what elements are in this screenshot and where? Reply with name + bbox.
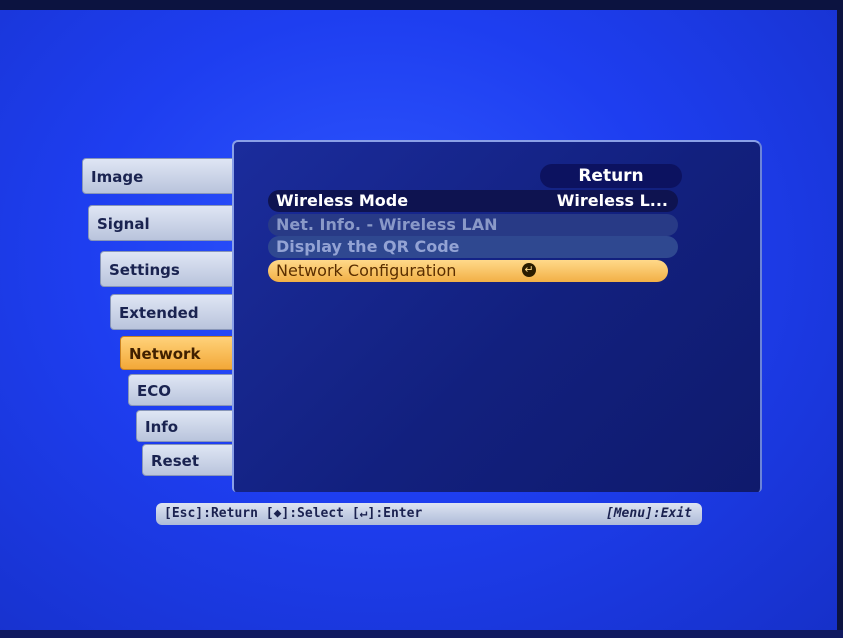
menu-item-value: Wireless L...	[556, 191, 668, 210]
menu-item-label: Wireless Mode	[276, 191, 409, 210]
tab-image[interactable]: Image	[82, 158, 242, 194]
screen-bottom-edge	[0, 630, 843, 638]
menu-item-label: Network Configuration	[276, 261, 457, 280]
help-bar-keys: [Esc]:Return [◆]:Select [↵]:Enter	[164, 506, 423, 521]
screen-top-edge	[0, 0, 843, 10]
menu-item-label: Net. Info. - Wireless LAN	[276, 215, 498, 234]
tab-settings[interactable]: Settings	[100, 251, 250, 287]
menu-item-display-qr-code[interactable]: Display the QR Code	[268, 236, 678, 258]
menu-item-label: Display the QR Code	[276, 237, 460, 256]
help-bar-exit: [Menu]:Exit	[605, 506, 692, 521]
tab-signal[interactable]: Signal	[88, 205, 244, 241]
help-bar: [Esc]:Return [◆]:Select [↵]:Enter [Menu]…	[156, 503, 702, 525]
return-button[interactable]: Return	[540, 164, 682, 188]
screen-right-edge	[837, 0, 843, 638]
menu-item-wireless-mode[interactable]: Wireless Mode Wireless L...	[268, 190, 678, 212]
enter-icon: ↵	[522, 263, 536, 277]
menu-item-net-info-wireless-lan[interactable]: Net. Info. - Wireless LAN	[268, 214, 678, 236]
menu-item-network-configuration[interactable]: Network Configuration ↵	[268, 260, 668, 282]
